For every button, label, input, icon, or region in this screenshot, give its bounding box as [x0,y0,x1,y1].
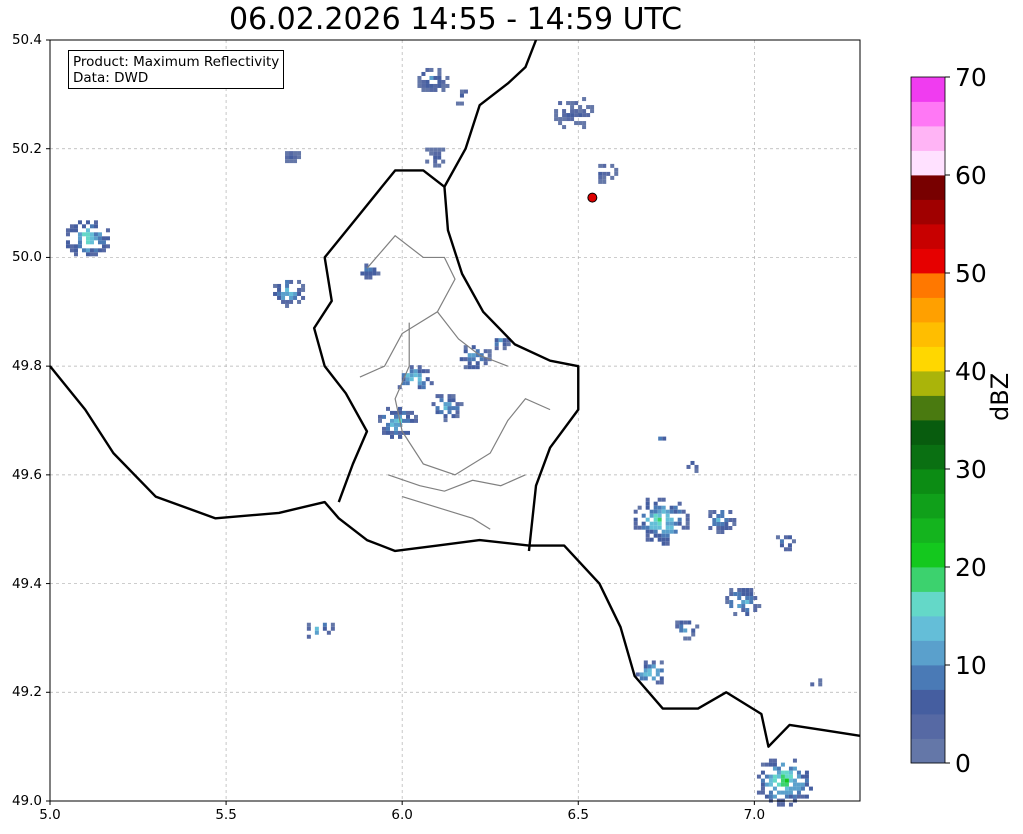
colorbar-tick-label: 60 [955,161,987,190]
colorbar [910,76,950,764]
colorbar-segment [911,665,945,690]
colorbar-segment [911,689,945,715]
x-tick-label: 5.5 [215,807,237,823]
y-tick-label: 50.0 [11,249,42,266]
colorbar-segment [911,714,945,739]
product-label: Product: Maximum Reflectivity [73,54,280,70]
location-marker-dot [587,192,598,203]
radar-echo [658,436,667,441]
colorbar-segment [911,420,945,445]
colorbar-segment [911,224,945,249]
colorbar-segment [911,591,945,617]
y-tick-label: 50.2 [11,140,42,157]
x-tick-label: 7.0 [743,807,766,823]
colorbar-segment [911,322,945,347]
colorbar-segment [911,640,945,666]
colorbar-label: dBZ [986,372,1014,421]
colorbar-segment [911,444,945,470]
colorbar-segment [911,273,945,298]
colorbar-segment [911,469,945,494]
colorbar-tick-label: 20 [955,553,987,582]
y-tick-label: 49.2 [11,684,42,701]
colorbar-segment [911,542,945,568]
y-tick-label: 50.4 [11,32,42,48]
y-tick-label: 49.8 [11,358,42,375]
colorbar-segment [911,616,945,641]
colorbar-tick-label: 50 [955,259,987,288]
info-box: Product: Maximum Reflectivity Data: DWD [68,50,285,89]
colorbar-segment [911,297,945,323]
colorbar-segment [911,199,945,225]
x-tick-label: 5.0 [39,807,61,823]
colorbar-segment [911,346,945,372]
colorbar-segment [911,248,945,274]
colorbar-segment [911,175,945,200]
colorbar-tick-label: 40 [955,357,987,386]
colorbar-tick-label: 10 [955,651,987,680]
colorbar-segment [911,738,945,764]
radar-map [46,39,950,807]
colorbar-segment [911,150,945,176]
colorbar-segment [911,395,945,421]
x-tick-label: 6.0 [391,807,413,823]
colorbar-tick-label: 30 [955,455,987,484]
colorbar-segment [911,126,945,151]
y-tick-label: 49.6 [11,466,42,483]
colorbar-segment [911,567,945,592]
location-marker [587,192,598,203]
colorbar-tick-label: 70 [955,63,987,92]
colorbar-segment [911,371,945,396]
x-tick-label: 6.5 [567,807,589,823]
colorbar-tick-label: 0 [955,749,971,778]
data-source-label: Data: DWD [73,70,149,86]
colorbar-segment [911,77,945,102]
y-tick-label: 49.4 [11,575,42,592]
colorbar-segment [911,101,945,127]
colorbar-segment [911,493,945,519]
map-title: 06.02.2026 14:55 - 14:59 UTC [228,2,683,37]
colorbar-segment [911,518,945,543]
